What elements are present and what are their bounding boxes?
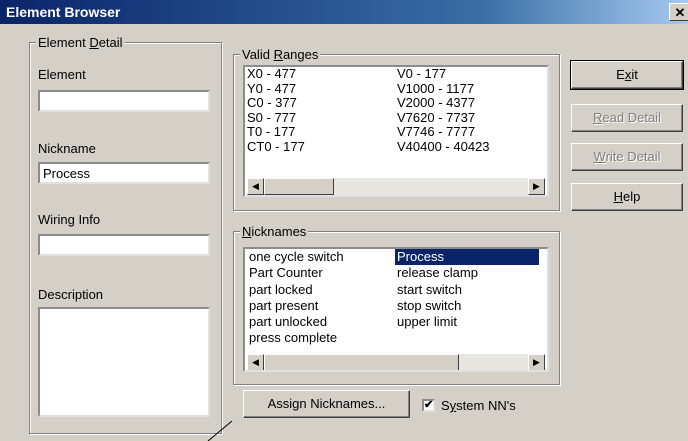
window-title: Element Browser [6, 4, 121, 20]
list-item[interactable]: part unlocked [249, 314, 344, 330]
write-detail-button[interactable]: Write Detail [571, 143, 683, 171]
system-nn-label[interactable]: System NN's [441, 398, 516, 413]
system-nn-checkbox[interactable]: ✔ [422, 399, 435, 412]
list-item[interactable]: start switch [395, 282, 545, 298]
description-field[interactable] [38, 307, 210, 417]
list-item[interactable]: part present [249, 298, 344, 314]
description-label: Description [38, 287, 104, 302]
scroll-right-icon[interactable]: ▶ [528, 354, 545, 370]
assign-nicknames-button[interactable]: Assign Nicknames... [243, 390, 410, 418]
list-item: CT0 - 177 [247, 138, 305, 154]
list-item: C0 - 377 [247, 95, 297, 110]
exit-button[interactable]: Exit [570, 60, 684, 90]
valid-ranges-list[interactable]: X0 - 477 Y0 - 477 C0 - 377 S0 - 777 T0 -… [243, 65, 549, 197]
nicknames-column-2: Process release clamp start switch stop … [395, 249, 545, 330]
element-detail-legend: Element Detail [36, 35, 125, 50]
nicknames-list[interactable]: one cycle switch Part Counter part locke… [243, 247, 549, 372]
list-item[interactable]: stop switch [395, 298, 545, 314]
list-item[interactable]: Part Counter [249, 265, 344, 281]
nicknames-horizontal-scrollbar[interactable]: ◀ ▶ [247, 354, 545, 370]
list-item: V2000 - 4377 [397, 95, 476, 110]
scroll-thumb[interactable] [264, 178, 334, 195]
nicknames-column-1: one cycle switch Part Counter part locke… [249, 249, 344, 347]
valid-ranges-legend: Valid Ranges [240, 47, 321, 62]
list-item[interactable]: release clamp [395, 265, 545, 281]
list-item[interactable]: one cycle switch [249, 249, 344, 265]
help-button[interactable]: Help [571, 183, 683, 211]
assign-nicknames-label: Assign Nicknames... [267, 396, 386, 411]
read-detail-button[interactable]: Read Detail [571, 104, 683, 132]
scroll-left-icon[interactable]: ◀ [247, 354, 264, 370]
nickname-label: Nickname [38, 141, 96, 156]
list-item[interactable]: press complete [249, 330, 344, 346]
scroll-right-icon[interactable]: ▶ [528, 178, 545, 195]
wiring-info-label: Wiring Info [38, 212, 101, 227]
scroll-left-icon[interactable]: ◀ [247, 178, 264, 195]
title-bar[interactable]: Element Browser ✕ [0, 0, 688, 24]
list-item[interactable]: upper limit [395, 314, 545, 330]
nicknames-legend: Nicknames [240, 224, 309, 239]
list-item: V0 - 177 [397, 66, 447, 81]
list-item: S0 - 777 [247, 109, 297, 125]
list-item: V7746 - 7777 [397, 124, 476, 139]
element-field[interactable] [38, 90, 210, 112]
element-browser-window: Element Browser ✕ Element Detail Element… [0, 0, 688, 441]
list-item: V7620 - 7737 [397, 109, 476, 125]
list-item: V1000 - 1177 [397, 80, 475, 96]
list-item-selected[interactable]: Process [395, 249, 545, 266]
list-item: V40400 - 40423 [397, 138, 490, 154]
list-item: Y0 - 477 [247, 80, 297, 96]
list-item: T0 - 177 [247, 124, 296, 139]
close-button[interactable]: ✕ [669, 3, 688, 21]
list-item: X0 - 477 [247, 66, 297, 81]
wiring-info-field[interactable] [38, 234, 210, 256]
ranges-column-2: V0 - 177 V1000 - 1177 V2000 - 4377 V7620… [397, 67, 490, 154]
scroll-thumb[interactable] [264, 354, 459, 370]
element-label: Element [38, 67, 86, 82]
list-item[interactable]: part locked [249, 282, 344, 298]
ranges-horizontal-scrollbar[interactable]: ◀ ▶ [247, 178, 545, 195]
nickname-field[interactable]: Process [38, 162, 210, 184]
ranges-column-1: X0 - 477 Y0 - 477 C0 - 377 S0 - 777 T0 -… [247, 67, 305, 154]
